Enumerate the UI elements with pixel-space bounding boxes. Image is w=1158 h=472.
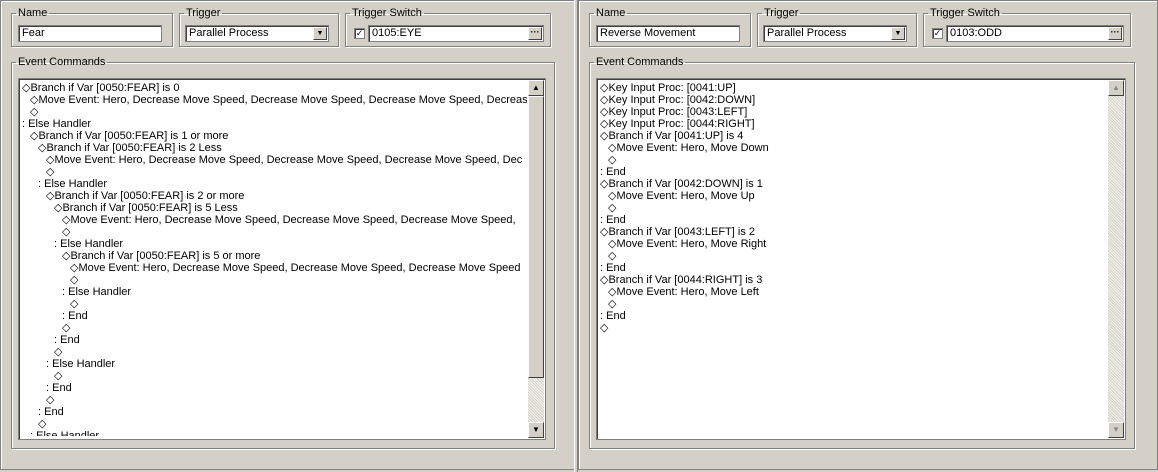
arrow-down-icon[interactable]: ▼ [1108,422,1124,438]
command-line[interactable]: : End [22,310,527,322]
command-line[interactable]: ◇Branch if Var [0041:UP] is 4 [600,130,1107,142]
trigger-select[interactable]: Parallel Process ▼ [763,25,907,42]
trigger-switch-label: Trigger Switch [930,7,1000,19]
checkmark-icon: ✓ [933,28,942,38]
event-panel-left: Name Fear Trigger Parallel Process ▼ Tri… [0,0,576,470]
command-line[interactable]: ◇Move Event: Hero, Move Up [600,190,1107,202]
trigger-switch-browse-button[interactable]: ··· [1108,27,1122,40]
command-line[interactable]: ◇Branch if Var [0050:FEAR] is 5 or more [22,250,527,262]
command-line[interactable]: ◇ [600,298,1107,310]
command-line[interactable]: : End [22,382,527,394]
command-line[interactable]: ◇Key Input Proc: [0042:DOWN] [600,94,1107,106]
command-line[interactable]: ◇ [22,418,527,430]
command-line[interactable]: ◇ [22,226,527,238]
command-line[interactable]: ◇ [22,322,527,334]
event-commands-list[interactable]: ◇Branch if Var [0050:FEAR] is 0 ◇Move Eve… [18,78,546,440]
trigger-switch-field[interactable]: 0105:EYE ··· [368,25,544,42]
checkmark-icon: ✓ [355,28,364,38]
command-line[interactable]: ◇ [600,250,1107,262]
trigger-label: Trigger [186,7,221,19]
command-line[interactable]: ◇Branch if Var [0050:FEAR] is 2 Less [22,142,527,154]
trigger-switch-checkbox[interactable]: ✓ [932,28,943,39]
command-line[interactable]: ◇ [22,106,527,118]
chevron-down-icon[interactable]: ▼ [313,27,327,40]
command-line[interactable]: ◇Move Event: Hero, Decrease Move Speed, … [22,214,527,226]
command-line[interactable]: ◇Move Event: Hero, Move Right [600,238,1107,250]
command-line[interactable]: : Else Handler [22,358,527,370]
command-line[interactable]: ◇ [22,394,527,406]
event-commands-label: Event Commands [18,56,106,68]
arrow-down-icon[interactable]: ▼ [528,422,544,438]
command-line[interactable]: : End [600,166,1107,178]
command-line[interactable]: ◇ [22,346,527,358]
command-line[interactable]: ◇ [22,166,527,178]
trigger-value: Parallel Process [189,27,269,39]
trigger-switch-value: 0105:EYE [372,27,422,39]
scroll-thumb[interactable] [528,96,544,378]
command-line[interactable]: ◇Move Event: Hero, Decrease Move Speed, … [22,94,527,106]
command-line[interactable]: : Else Handler [22,118,527,130]
command-line[interactable]: ◇Branch if Var [0050:FEAR] is 5 Less [22,202,527,214]
vertical-scrollbar[interactable]: ▲ ▼ [1108,80,1124,438]
command-line[interactable]: ◇Branch if Var [0042:DOWN] is 1 [600,178,1107,190]
command-line[interactable]: : End [22,334,527,346]
command-line[interactable]: ◇Branch if Var [0050:FEAR] is 2 or more [22,190,527,202]
command-line[interactable]: ◇Key Input Proc: [0041:UP] [600,82,1107,94]
command-line[interactable]: : End [22,406,527,418]
command-line[interactable]: ◇Branch if Var [0044:RIGHT] is 3 [600,274,1107,286]
chevron-down-icon[interactable]: ▼ [891,27,905,40]
command-line[interactable]: : Else Handler [22,238,527,250]
trigger-switch-browse-button[interactable]: ··· [528,27,542,40]
command-line[interactable]: ◇ [600,202,1107,214]
name-label: Name [18,7,48,19]
vertical-scrollbar[interactable]: ▲ ▼ [528,80,544,438]
trigger-switch-field[interactable]: 0103:ODD ··· [946,25,1124,42]
command-line[interactable]: : End [600,214,1107,226]
command-line[interactable]: : Else Handler [22,286,527,298]
command-line[interactable]: ◇Move Event: Hero, Decrease Move Speed, … [22,154,527,166]
command-line[interactable]: ◇Move Event: Hero, Move Down [600,142,1107,154]
command-line[interactable]: ◇Key Input Proc: [0043:LEFT] [600,106,1107,118]
command-line[interactable]: ◇Branch if Var [0043:LEFT] is 2 [600,226,1107,238]
trigger-switch-checkbox[interactable]: ✓ [354,28,365,39]
name-input[interactable]: Fear [18,25,162,42]
command-lines: ◇Branch if Var [0050:FEAR] is 0 ◇Move Eve… [22,82,527,436]
command-line[interactable]: ◇Branch if Var [0050:FEAR] is 1 or more [22,130,527,142]
event-commands-list[interactable]: ◇Key Input Proc: [0041:UP] ◇Key Input Pro… [596,78,1126,440]
command-line[interactable]: : End [600,262,1107,274]
command-line[interactable]: ◇Move Event: Hero, Move Left [600,286,1107,298]
event-panel-right: Name Reverse Movement Trigger Parallel P… [578,0,1158,470]
command-lines: ◇Key Input Proc: [0041:UP] ◇Key Input Pro… [600,82,1107,436]
trigger-value: Parallel Process [767,27,847,39]
command-line[interactable]: ◇ [22,298,527,310]
arrow-up-icon[interactable]: ▲ [528,80,544,96]
arrow-up-icon[interactable]: ▲ [1108,80,1124,96]
name-input[interactable]: Reverse Movement [596,25,740,42]
command-line[interactable]: ◇ [22,274,527,286]
command-line[interactable]: : Else Handler [22,430,527,436]
trigger-select[interactable]: Parallel Process ▼ [185,25,329,42]
command-line[interactable]: ◇Key Input Proc: [0044:RIGHT] [600,118,1107,130]
command-line[interactable]: ◇Move Event: Hero, Decrease Move Speed, … [22,262,527,274]
trigger-switch-value: 0103:ODD [950,27,1002,39]
name-label: Name [596,7,626,19]
trigger-label: Trigger [764,7,799,19]
event-commands-label: Event Commands [596,56,684,68]
command-line[interactable]: : End [600,310,1107,322]
command-line[interactable]: ◇Branch if Var [0050:FEAR] is 0 [22,82,527,94]
command-line[interactable]: ◇ [22,370,527,382]
command-line[interactable]: : Else Handler [22,178,527,190]
trigger-switch-label: Trigger Switch [352,7,422,19]
command-line[interactable]: ◇ [600,154,1107,166]
command-line[interactable]: ◇ [600,322,1107,334]
